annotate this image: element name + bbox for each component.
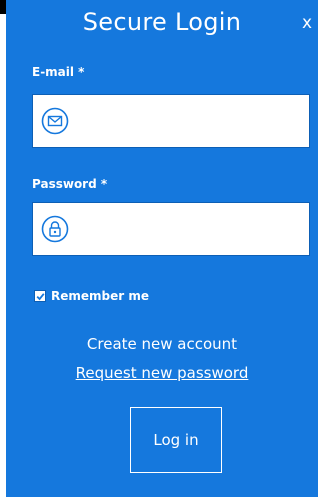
request-password-link[interactable]: Request new password xyxy=(6,364,318,382)
padlock-icon xyxy=(41,215,69,243)
remember-me-option[interactable]: Remember me xyxy=(34,289,149,303)
password-label: Password * xyxy=(32,177,108,191)
login-panel: Secure Login x E-mail * Password * Remem… xyxy=(6,0,318,497)
email-label: E-mail * xyxy=(32,65,85,79)
envelope-icon xyxy=(41,107,69,135)
email-field[interactable] xyxy=(32,94,310,149)
checkmark-icon xyxy=(36,292,45,300)
remember-me-checkbox[interactable] xyxy=(34,290,46,302)
close-button[interactable]: x xyxy=(302,15,312,32)
dialog-title: Secure Login xyxy=(82,8,242,36)
password-field[interactable] xyxy=(32,202,310,257)
remember-me-label: Remember me xyxy=(51,289,149,303)
create-account-link[interactable]: Create new account xyxy=(6,335,318,353)
email-input[interactable] xyxy=(73,95,307,149)
login-button[interactable]: Log in xyxy=(130,407,222,473)
password-input[interactable] xyxy=(73,203,307,257)
